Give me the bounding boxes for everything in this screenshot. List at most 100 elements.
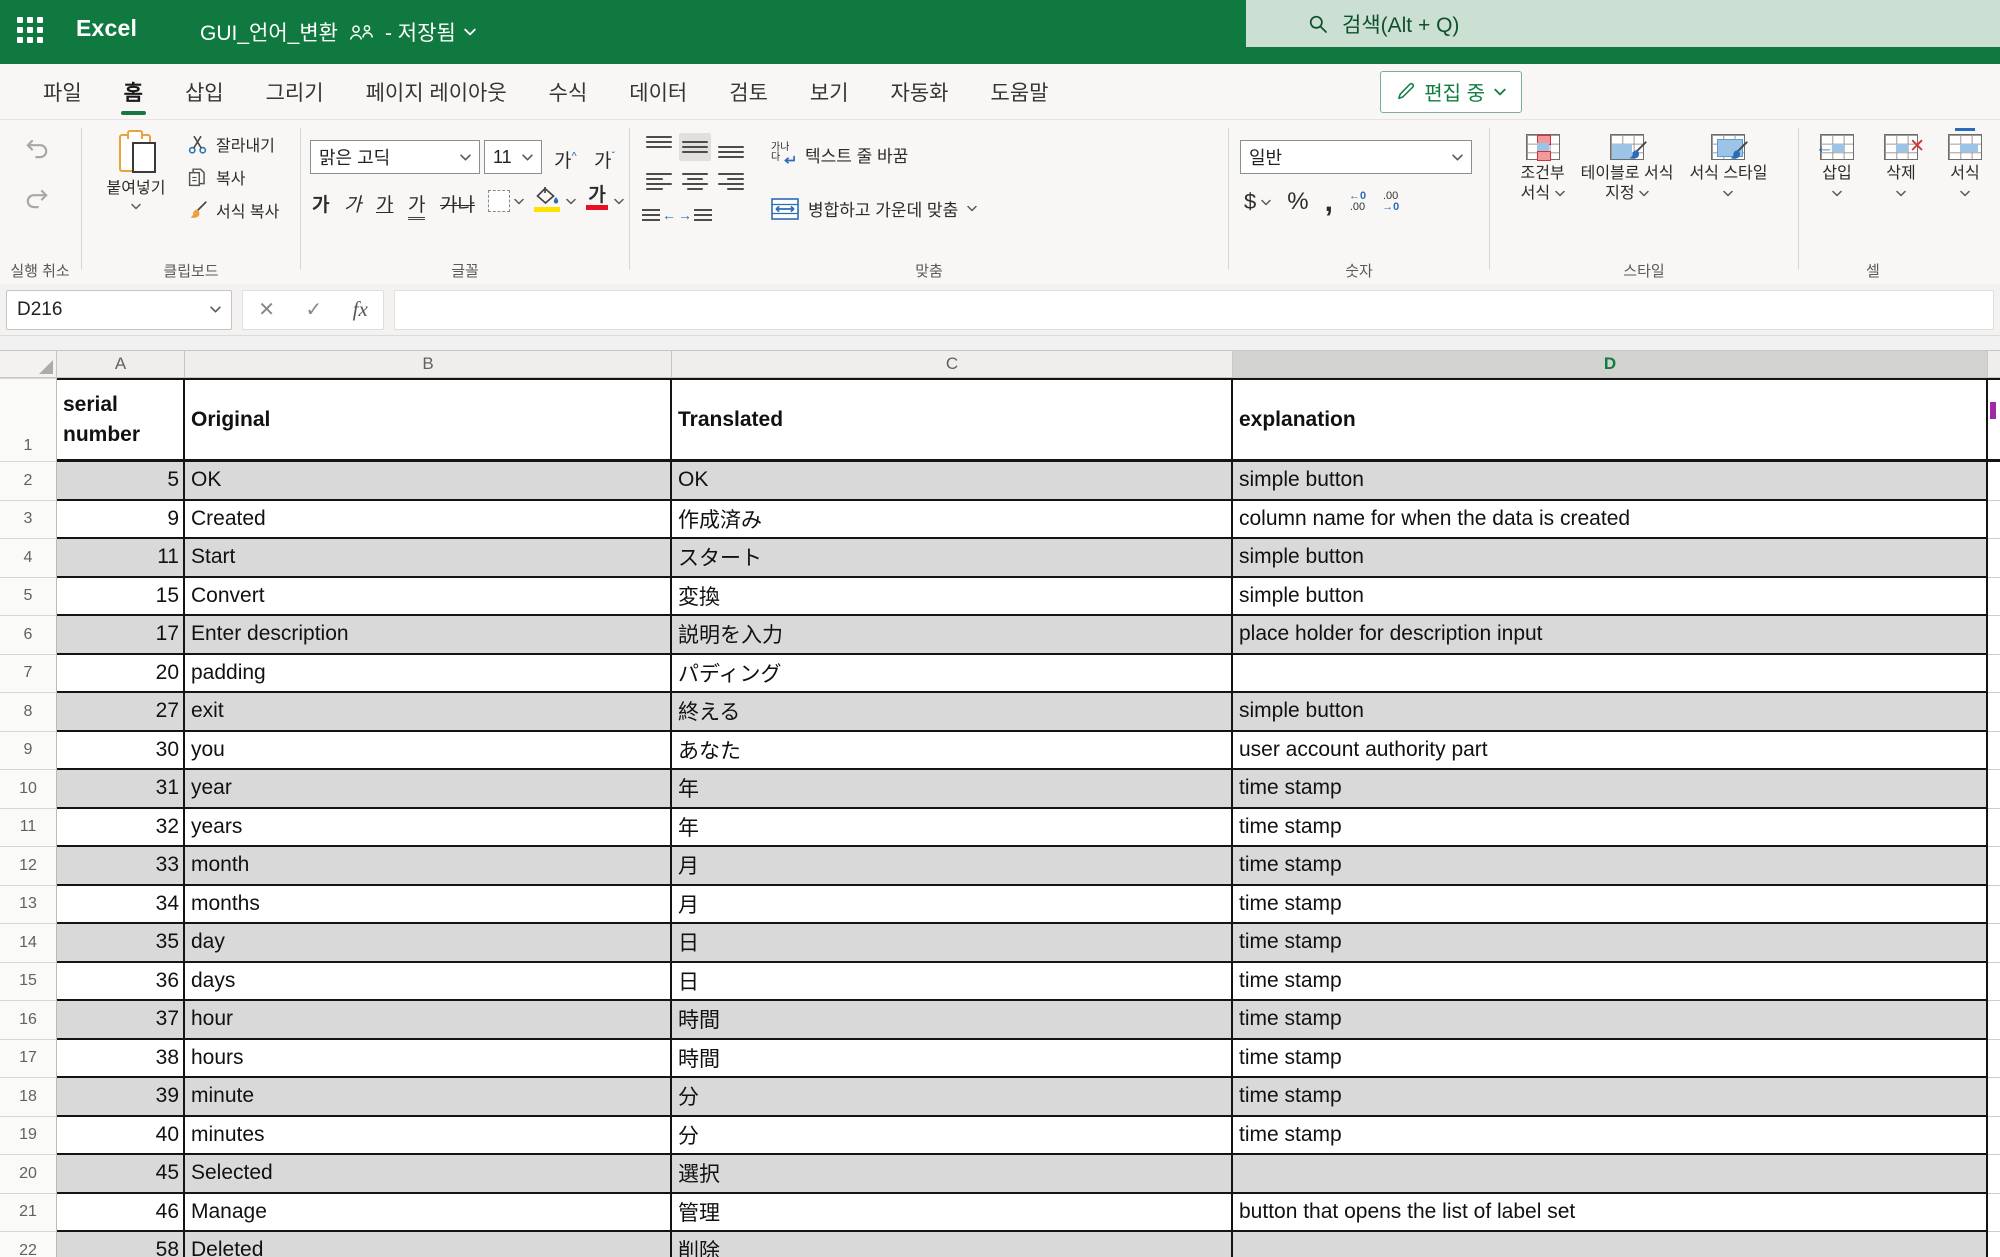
cell-serial-number[interactable]: 32 [57, 809, 185, 848]
tab-formulas[interactable]: 수식 [528, 64, 609, 119]
cancel-entry-button[interactable]: ✕ [258, 297, 275, 322]
cell-translated[interactable]: 時間 [672, 1040, 1233, 1079]
row-number[interactable]: 15 [0, 963, 57, 1002]
accounting-format-button[interactable]: $ [1244, 189, 1271, 215]
cell-explanation[interactable]: simple button [1233, 539, 1988, 578]
presence-people-icon[interactable] [348, 23, 375, 41]
borders-icon[interactable] [488, 190, 510, 212]
cell-e-partial[interactable] [1988, 501, 2000, 540]
cell-original[interactable]: padding [185, 655, 672, 694]
header-original[interactable]: Original [185, 378, 672, 462]
double-underline-button[interactable]: 가 [408, 190, 425, 220]
row-number[interactable]: 16 [0, 1001, 57, 1040]
cut-button[interactable]: 잘라내기 [187, 132, 279, 156]
row-number[interactable]: 19 [0, 1117, 57, 1156]
cell-translated[interactable]: パディング [672, 655, 1233, 694]
tab-automate[interactable]: 자동화 [870, 64, 970, 119]
tab-draw[interactable]: 그리기 [245, 64, 345, 119]
cell-serial-number[interactable]: 33 [57, 847, 185, 886]
row-number[interactable]: 10 [0, 770, 57, 809]
app-launcher-icon[interactable] [16, 16, 50, 50]
merge-center-button[interactable]: 병합하고 가운데 맞춤 [771, 196, 977, 221]
comma-style-button[interactable]: , [1325, 193, 1333, 211]
decrease-indent-button[interactable]: ← [642, 207, 676, 223]
cell-e-partial[interactable] [1988, 732, 2000, 771]
select-all-corner[interactable] [0, 350, 57, 378]
cell-e-partial[interactable] [1988, 1232, 2000, 1257]
column-header-e-partial[interactable] [1988, 350, 2000, 378]
row-number[interactable]: 1 [0, 378, 57, 462]
cell-explanation[interactable]: time stamp [1233, 1078, 1988, 1117]
align-bottom-button[interactable] [715, 133, 747, 161]
file-name[interactable]: GUI_언어_변환 [200, 17, 338, 47]
cell-explanation[interactable]: time stamp [1233, 847, 1988, 886]
cell-serial-number[interactable]: 17 [57, 616, 185, 655]
row-number[interactable]: 5 [0, 578, 57, 617]
align-left-button[interactable] [643, 167, 675, 195]
fill-color-button[interactable] [534, 186, 560, 212]
strikethrough-button[interactable]: 가나 [440, 190, 475, 217]
cell-original[interactable]: days [185, 963, 672, 1002]
cell-serial-number[interactable]: 36 [57, 963, 185, 1002]
format-painter-button[interactable]: 서식 복사 [187, 198, 279, 222]
confirm-entry-button[interactable]: ✓ [305, 297, 322, 322]
cell-original[interactable]: OK [185, 462, 672, 501]
cell-e-partial[interactable] [1988, 462, 2000, 501]
cell-explanation[interactable]: time stamp [1233, 963, 1988, 1002]
cell-e-partial[interactable] [1988, 1155, 2000, 1194]
increase-decimal-button[interactable]: ←0 .00 [1349, 191, 1366, 213]
column-header-a[interactable]: A [57, 350, 185, 378]
cell-explanation[interactable]: simple button [1233, 462, 1988, 501]
format-cells-button[interactable]: 서식 [1942, 132, 1988, 260]
cell-e-partial[interactable] [1988, 924, 2000, 963]
cell-e-partial[interactable] [1988, 1040, 2000, 1079]
percent-style-button[interactable]: % [1287, 188, 1308, 216]
cell-e-partial[interactable] [1988, 578, 2000, 617]
cell-explanation[interactable]: time stamp [1233, 886, 1988, 925]
cell-original[interactable]: years [185, 809, 672, 848]
redo-icon[interactable] [24, 186, 50, 212]
cell-serial-number[interactable]: 27 [57, 693, 185, 732]
cell-e-partial[interactable] [1988, 1117, 2000, 1156]
cell-e-partial[interactable] [1988, 539, 2000, 578]
row-number[interactable]: 3 [0, 501, 57, 540]
app-name[interactable]: Excel [76, 15, 137, 42]
tab-home[interactable]: 홈 [103, 64, 164, 119]
cell-explanation[interactable] [1233, 1155, 1988, 1194]
format-as-table-button[interactable]: 테이블로 서식지정 [1575, 132, 1680, 260]
bold-button[interactable]: 가 [312, 190, 329, 217]
wrap-text-button[interactable]: 가나 다 텍스트 줄 바꿈 [771, 142, 908, 167]
row-number[interactable]: 9 [0, 732, 57, 771]
cell-translated[interactable]: スタート [672, 539, 1233, 578]
cell-e-partial[interactable] [1988, 886, 2000, 925]
cell-e-partial[interactable] [1988, 616, 2000, 655]
cell-serial-number[interactable]: 34 [57, 886, 185, 925]
cell-translated[interactable]: 終える [672, 693, 1233, 732]
italic-button[interactable]: 가 [344, 190, 361, 217]
cell-e-partial[interactable] [1988, 770, 2000, 809]
row-number[interactable]: 17 [0, 1040, 57, 1079]
cell-original[interactable]: months [185, 886, 672, 925]
cell-translated[interactable]: 日 [672, 924, 1233, 963]
row-number[interactable]: 6 [0, 616, 57, 655]
cell-e-partial[interactable] [1988, 963, 2000, 1002]
cell-original[interactable]: Enter description [185, 616, 672, 655]
fill-color-chevron-icon[interactable] [566, 198, 576, 205]
row-number[interactable]: 12 [0, 847, 57, 886]
grow-font-button[interactable]: 가^ [554, 146, 577, 173]
cell-original[interactable]: Created [185, 501, 672, 540]
cell-translated[interactable]: 作成済み [672, 501, 1233, 540]
cell-explanation[interactable]: user account authority part [1233, 732, 1988, 771]
cell-e-partial[interactable] [1988, 655, 2000, 694]
cell-styles-button[interactable]: 서식 스타일 [1683, 132, 1773, 260]
shrink-font-button[interactable]: 가ˇ [594, 146, 615, 173]
cell-e-partial[interactable] [1988, 1001, 2000, 1040]
cell-original[interactable]: hour [185, 1001, 672, 1040]
cell-translated[interactable]: 選択 [672, 1155, 1233, 1194]
insert-cells-button[interactable]: ← 삽입 [1814, 132, 1860, 260]
borders-chevron-icon[interactable] [514, 198, 524, 205]
column-header-b[interactable]: B [185, 350, 672, 378]
cell-translated[interactable]: 日 [672, 963, 1233, 1002]
cell-translated[interactable]: 説明を入力 [672, 616, 1233, 655]
column-header-d[interactable]: D [1233, 350, 1988, 378]
